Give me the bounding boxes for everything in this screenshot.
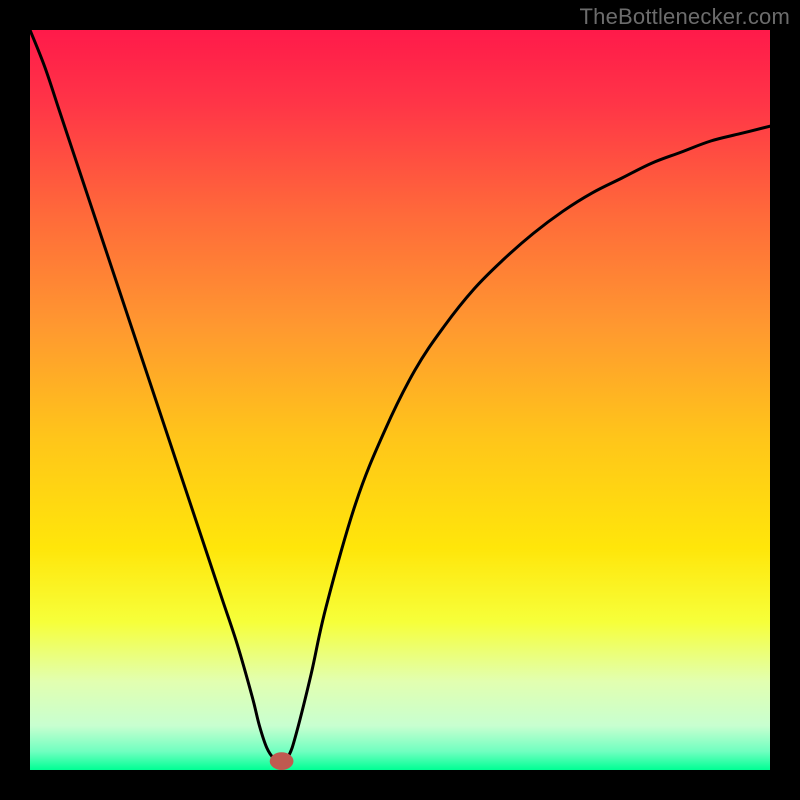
optimal-point-marker [270, 752, 294, 770]
bottleneck-chart [30, 30, 770, 770]
plot-area [30, 30, 770, 770]
chart-frame: TheBottlenecker.com [0, 0, 800, 800]
watermark-text: TheBottlenecker.com [580, 4, 790, 30]
